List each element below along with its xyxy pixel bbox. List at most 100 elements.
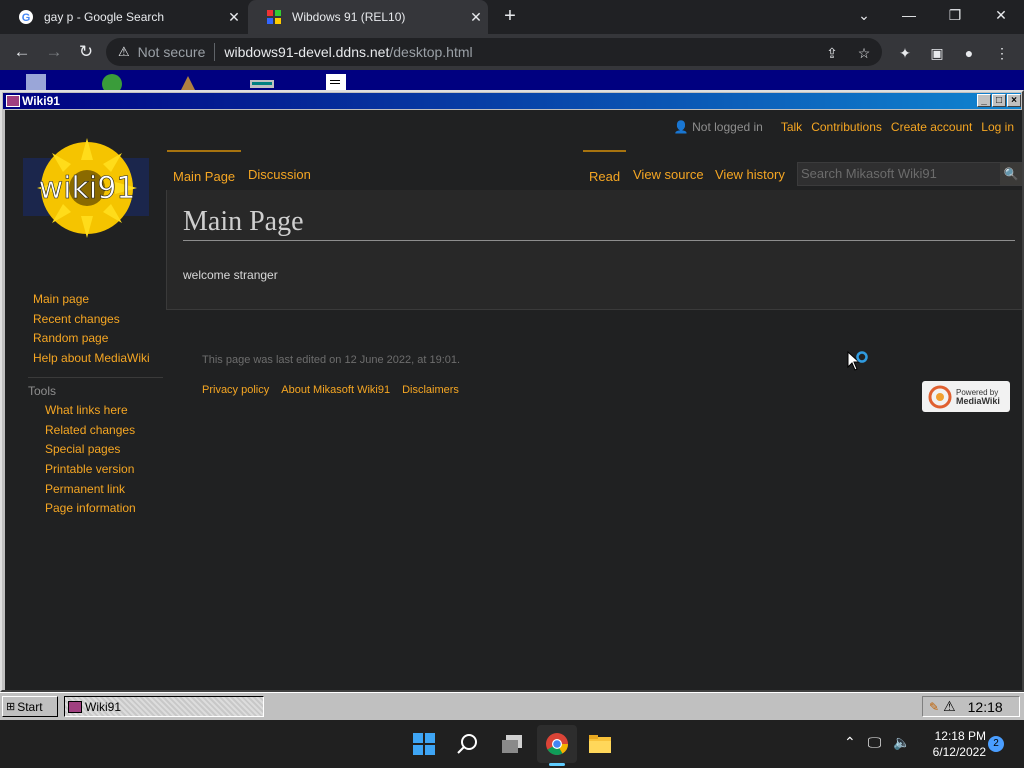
browser-toolbar: ← → ↻ ⚠ Not secure wibdows91-devel.ddns.…	[0, 34, 1024, 70]
about-link[interactable]: About Mikasoft Wiki91	[281, 384, 390, 396]
forward-icon[interactable]: →	[42, 40, 66, 64]
warning-icon[interactable]: ⚠	[943, 698, 956, 715]
network-icon[interactable]	[248, 72, 276, 90]
busy-cursor-icon	[847, 351, 868, 371]
sidebar-item-main-page[interactable]: Main page	[33, 290, 163, 310]
wiki-book-icon	[6, 95, 20, 107]
search-icon[interactable]: 🔍	[1000, 163, 1022, 185]
address-bar[interactable]: ⚠ Not secure wibdows91-devel.ddns.net /d…	[106, 38, 882, 66]
tab-read[interactable]: Read	[583, 150, 626, 190]
win91-taskbar: ⊞ Start Wiki91 ✎ ⚠ 12:18	[0, 692, 1024, 720]
tools-item-special-pages[interactable]: Special pages	[45, 440, 163, 460]
page-text: welcome stranger	[183, 268, 278, 282]
close-window-icon[interactable]: ✕	[988, 4, 1014, 28]
start-button[interactable]: ⊞ Start	[2, 696, 58, 717]
security-label: Not secure	[137, 44, 206, 60]
tools-item-printable-version[interactable]: Printable version	[45, 460, 163, 480]
file-explorer-icon[interactable]	[588, 732, 612, 756]
menu-dots-icon[interactable]: ⋮	[993, 44, 1011, 62]
win91-tray: ✎ ⚠ 12:18	[922, 696, 1020, 717]
wizard-icon[interactable]	[174, 72, 202, 90]
clock-time: 12:18 PM	[934, 729, 986, 743]
tab-discussion[interactable]: Discussion	[248, 150, 311, 190]
personal-tools: 👤 Not logged in Talk Contributions Creat…	[674, 120, 1014, 134]
browser-tab-google[interactable]: G gay p - Google Search ✕	[0, 0, 246, 34]
tools-heading: Tools	[28, 376, 163, 401]
page-title: Main Page	[183, 206, 1015, 241]
chrome-icon[interactable]	[545, 732, 569, 756]
desktop-background	[0, 70, 1024, 90]
wiki-book-icon	[68, 700, 82, 713]
sidebar: Main page Recent changes Random page Hel…	[28, 290, 163, 519]
user-status-label: Not logged in	[692, 120, 763, 134]
logo-text: wiki91	[39, 171, 136, 206]
globe-icon[interactable]	[98, 72, 126, 90]
computer-icon[interactable]	[22, 72, 50, 90]
back-icon[interactable]: ←	[10, 40, 34, 64]
start-logo-icon: ⊞	[6, 701, 16, 713]
maximize-icon[interactable]: □	[992, 94, 1006, 107]
powered-by-mediawiki-badge[interactable]: Powered by MediaWiki	[922, 381, 1010, 412]
contributions-link[interactable]: Contributions	[811, 120, 882, 134]
minimize-icon[interactable]: —	[896, 4, 922, 28]
tab-view-history[interactable]: View history	[715, 150, 785, 190]
chevron-up-icon[interactable]: ⌃	[844, 734, 856, 751]
sidebar-item-help[interactable]: Help about MediaWiki	[33, 349, 163, 369]
talk-link[interactable]: Talk	[781, 120, 802, 134]
tab-view-source[interactable]: View source	[633, 150, 704, 190]
divider	[214, 43, 216, 61]
page-body: Main Page welcome stranger	[166, 190, 1022, 310]
search-icon[interactable]	[456, 732, 480, 756]
log-in-link[interactable]: Log in	[981, 120, 1014, 134]
sidebar-item-random-page[interactable]: Random page	[33, 329, 163, 349]
bookmark-star-icon[interactable]: ☆	[856, 45, 872, 61]
tools-item-page-information[interactable]: Page information	[45, 499, 163, 519]
new-tab-button[interactable]: +	[499, 6, 521, 28]
network-icon[interactable]: 🖵	[868, 734, 882, 751]
pen-icon[interactable]: ✎	[929, 700, 939, 714]
privacy-policy-link[interactable]: Privacy policy	[202, 384, 269, 396]
url-path: /desktop.html	[389, 44, 473, 60]
tools-item-permanent-link[interactable]: Permanent link	[45, 480, 163, 500]
search-input[interactable]: Search Mikasoft Wiki91	[797, 162, 1022, 186]
tools-item-what-links-here[interactable]: What links here	[45, 401, 163, 421]
taskbar-item-wiki91[interactable]: Wiki91	[64, 696, 264, 717]
wibdows-icon	[267, 10, 281, 24]
window-title: Wiki91	[22, 94, 60, 108]
close-tab-icon[interactable]: ✕	[226, 9, 242, 25]
profile-icon[interactable]: ●	[960, 44, 978, 62]
task-view-icon[interactable]	[500, 732, 524, 756]
notification-badge[interactable]: 2	[988, 736, 1004, 752]
browser-tab-wibdows[interactable]: Wibdows 91 (REL10) ✕	[248, 0, 488, 34]
reload-icon[interactable]: ↻	[74, 40, 98, 64]
create-account-link[interactable]: Create account	[891, 120, 972, 134]
sidebar-item-recent-changes[interactable]: Recent changes	[33, 310, 163, 330]
tab-title: Wibdows 91 (REL10)	[292, 10, 406, 24]
page-tabs: Main Page Discussion Read View source Vi…	[167, 150, 1022, 190]
wiki-content: 👤 Not logged in Talk Contributions Creat…	[5, 110, 1022, 690]
win91-clock: 12:18	[967, 698, 1003, 715]
wiki-logo[interactable]: wiki91	[17, 136, 155, 244]
user-status: 👤 Not logged in	[674, 120, 763, 134]
window-titlebar[interactable]: Wiki91 _ □ ×	[3, 93, 1021, 109]
restore-icon[interactable]: ❐	[942, 4, 968, 28]
side-panel-icon[interactable]: ▣	[928, 44, 946, 62]
close-tab-icon[interactable]: ✕	[468, 9, 484, 25]
tab-main-page[interactable]: Main Page	[167, 150, 241, 190]
system-clock[interactable]: 12:18 PM 6/12/2022	[922, 728, 986, 760]
disclaimers-link[interactable]: Disclaimers	[402, 384, 459, 396]
tab-search-icon[interactable]: ⌄	[851, 4, 877, 28]
share-icon[interactable]: ⇪	[824, 45, 840, 61]
volume-icon[interactable]: 🔈	[893, 734, 910, 751]
warning-icon[interactable]: ⚠	[118, 44, 130, 60]
close-icon[interactable]: ×	[1007, 94, 1021, 107]
google-g-icon: G	[19, 10, 33, 24]
system-tray: ⌃ 🖵 🔈	[844, 734, 923, 751]
minimize-icon[interactable]: _	[977, 94, 991, 107]
windows-start-icon[interactable]	[412, 732, 436, 756]
user-icon: 👤	[673, 120, 689, 134]
tools-item-related-changes[interactable]: Related changes	[45, 421, 163, 441]
extensions-icon[interactable]: ✦	[896, 44, 914, 62]
active-indicator	[549, 763, 565, 766]
notepad-icon[interactable]	[322, 72, 350, 90]
